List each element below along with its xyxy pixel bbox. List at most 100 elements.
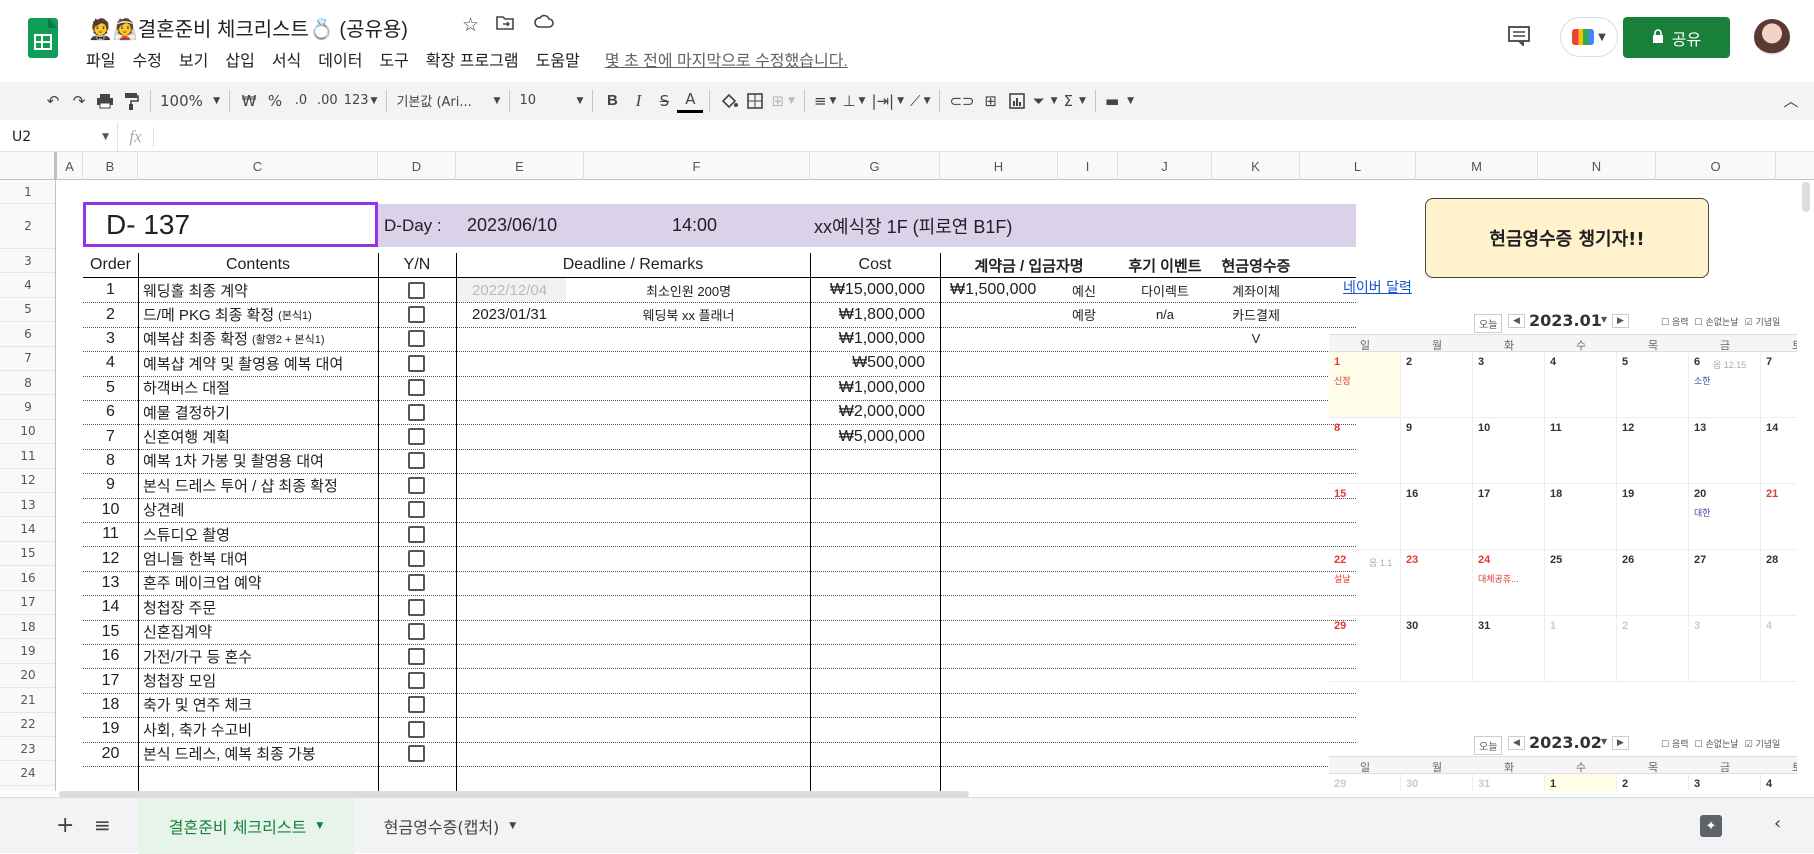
- remark-cell[interactable]: [567, 595, 810, 619]
- order-cell[interactable]: 10: [83, 498, 138, 522]
- payer-cell[interactable]: [1050, 400, 1118, 424]
- row-header[interactable]: 2: [0, 204, 55, 249]
- chevron-down-icon[interactable]: ▼: [1601, 315, 1607, 324]
- row-header[interactable]: 5: [0, 298, 55, 323]
- column-header[interactable]: J: [1118, 152, 1212, 180]
- remark-cell[interactable]: [567, 644, 810, 668]
- receipt-cell[interactable]: [1212, 644, 1300, 668]
- auspicious-checkbox[interactable]: ☐ 손없는날: [1695, 737, 1739, 750]
- order-cell[interactable]: 7: [83, 424, 138, 448]
- order-cell[interactable]: 19: [83, 717, 138, 741]
- chevron-down-icon[interactable]: ▼: [1601, 737, 1607, 746]
- avatar[interactable]: [1754, 19, 1790, 55]
- deadline-cell[interactable]: [456, 522, 566, 546]
- content-cell[interactable]: 축가 및 연주 체크: [143, 693, 378, 717]
- review-cell[interactable]: 다이렉트: [1118, 278, 1212, 302]
- formula-input[interactable]: [154, 122, 1814, 152]
- row-header[interactable]: 20: [0, 664, 55, 689]
- cost-cell[interactable]: [810, 571, 940, 595]
- deposit-cell[interactable]: [940, 473, 1050, 497]
- row-header[interactable]: 10: [0, 420, 55, 445]
- receipt-cell[interactable]: [1212, 351, 1300, 375]
- deposit-cell[interactable]: [940, 668, 1050, 692]
- order-cell[interactable]: 1: [83, 278, 138, 302]
- column-header[interactable]: M: [1416, 152, 1538, 180]
- cost-cell[interactable]: [810, 693, 940, 717]
- receipt-cell[interactable]: [1212, 376, 1300, 400]
- yn-checkbox[interactable]: [408, 427, 425, 445]
- receipt-cell[interactable]: 계좌이체: [1212, 278, 1300, 302]
- undo-icon[interactable]: ↶: [40, 86, 66, 116]
- yn-checkbox[interactable]: [408, 281, 425, 299]
- order-cell[interactable]: 4: [83, 351, 138, 375]
- doc-title[interactable]: 🤵👰결혼준비 체크리스트💍 (공유용): [88, 13, 408, 42]
- payer-cell[interactable]: 예랑: [1050, 302, 1118, 326]
- yn-checkbox[interactable]: [408, 354, 425, 372]
- remark-cell[interactable]: [567, 400, 810, 424]
- deadline-cell[interactable]: [456, 595, 566, 619]
- review-cell[interactable]: [1118, 717, 1212, 741]
- row-header[interactable]: 23: [0, 737, 55, 762]
- deposit-cell[interactable]: [940, 693, 1050, 717]
- deadline-cell[interactable]: 2022/12/04: [456, 278, 566, 303]
- order-cell[interactable]: 8: [83, 449, 138, 473]
- cal-today-button[interactable]: 오늘: [1474, 314, 1503, 333]
- yn-checkbox[interactable]: [408, 696, 425, 714]
- order-cell[interactable]: 9: [83, 473, 138, 497]
- cost-cell[interactable]: ₩500,000: [810, 351, 940, 375]
- row-header[interactable]: 3: [0, 249, 55, 274]
- deposit-cell[interactable]: [940, 644, 1050, 668]
- collapse-side-panel-icon[interactable]: ‹: [1774, 813, 1781, 834]
- deadline-cell[interactable]: [456, 644, 566, 668]
- payer-cell[interactable]: [1050, 693, 1118, 717]
- cost-cell[interactable]: [810, 644, 940, 668]
- filter-icon[interactable]: ⏷ ▼: [1030, 86, 1061, 116]
- receipt-cell[interactable]: [1212, 668, 1300, 692]
- review-cell[interactable]: [1118, 668, 1212, 692]
- remark-cell[interactable]: [567, 522, 810, 546]
- receipt-cell[interactable]: [1212, 449, 1300, 473]
- deposit-cell[interactable]: ₩1,500,000: [940, 278, 1050, 302]
- remark-cell[interactable]: [567, 498, 810, 522]
- insert-comment-icon[interactable]: ⊞: [978, 86, 1004, 116]
- last-edit-link[interactable]: 몇 초 전에 마지막으로 수정했습니다.: [605, 47, 848, 71]
- row-header[interactable]: 1: [0, 180, 55, 204]
- strikethrough-button[interactable]: S: [651, 86, 677, 116]
- deadline-cell[interactable]: [456, 449, 566, 473]
- order-cell[interactable]: 2: [83, 302, 138, 326]
- yn-checkbox[interactable]: [408, 305, 425, 323]
- order-cell[interactable]: 13: [83, 571, 138, 595]
- yn-checkbox[interactable]: [408, 574, 425, 592]
- column-header[interactable]: G: [810, 152, 940, 180]
- content-cell[interactable]: 드/메 PKG 최종 확정 (본식1): [143, 302, 378, 326]
- review-cell[interactable]: [1118, 620, 1212, 644]
- deadline-cell[interactable]: [456, 571, 566, 595]
- review-cell[interactable]: [1118, 473, 1212, 497]
- content-cell[interactable]: 본식 드레스, 예복 최종 가봉: [143, 742, 378, 766]
- column-header[interactable]: C: [138, 152, 378, 180]
- deadline-cell[interactable]: [456, 473, 566, 497]
- cost-cell[interactable]: ₩2,000,000: [810, 400, 940, 424]
- column-header[interactable]: K: [1212, 152, 1300, 180]
- menu-insert[interactable]: 삽입: [225, 47, 254, 71]
- zoom-select[interactable]: 100% ▼: [157, 86, 223, 116]
- bold-button[interactable]: B: [599, 86, 625, 116]
- deposit-cell[interactable]: [940, 595, 1050, 619]
- receipt-cell[interactable]: [1212, 717, 1300, 741]
- remark-cell[interactable]: [567, 376, 810, 400]
- currency-format-button[interactable]: ₩: [236, 86, 262, 116]
- text-wrap-icon[interactable]: |⇥| ▼: [868, 86, 907, 116]
- payer-cell[interactable]: [1050, 742, 1118, 766]
- receipt-cell[interactable]: 카드결제: [1212, 302, 1300, 326]
- row-header[interactable]: 14: [0, 517, 55, 542]
- auspicious-checkbox[interactable]: ☐ 손없는날: [1695, 315, 1739, 328]
- deadline-cell[interactable]: [456, 742, 566, 766]
- yn-checkbox[interactable]: [408, 549, 425, 567]
- all-sheets-icon[interactable]: ≡: [94, 813, 111, 837]
- text-color-button[interactable]: A: [677, 89, 704, 113]
- remark-cell[interactable]: [567, 449, 810, 473]
- redo-icon[interactable]: ↷: [66, 86, 92, 116]
- cost-cell[interactable]: ₩1,000,000: [810, 376, 940, 400]
- deadline-cell[interactable]: [456, 424, 566, 448]
- cal-next-button[interactable]: ▶: [1612, 314, 1629, 328]
